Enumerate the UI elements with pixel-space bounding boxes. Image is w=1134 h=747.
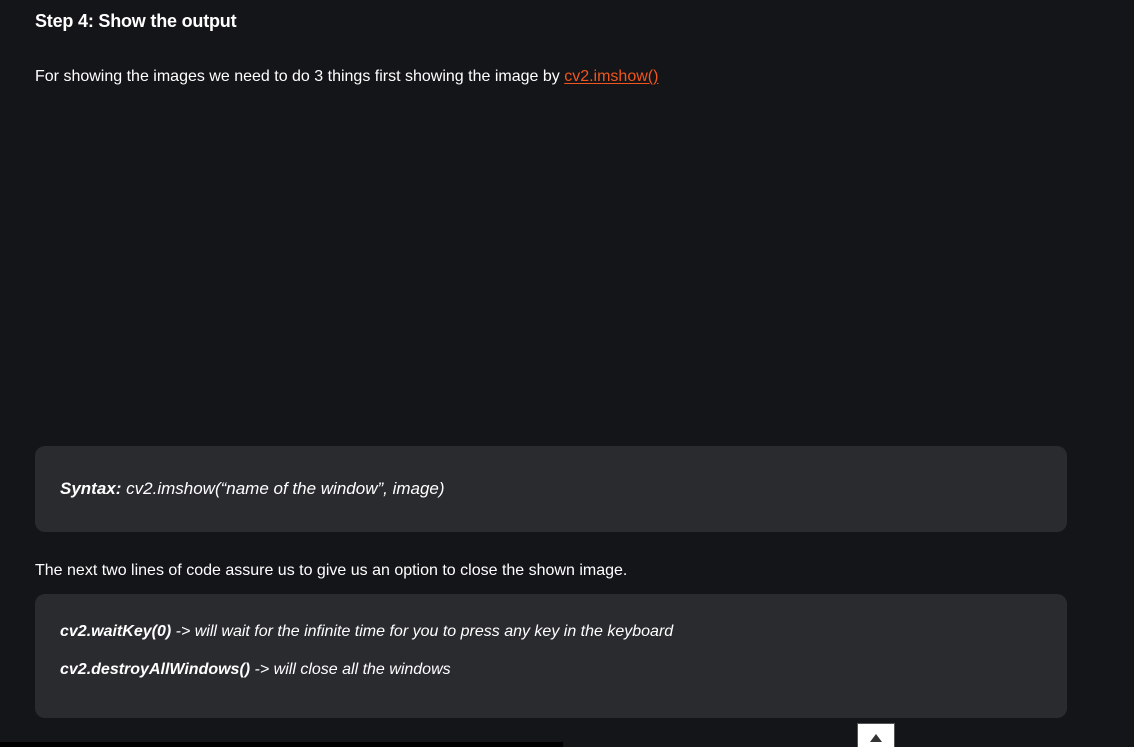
next-paragraph: The next two lines of code assure us to … [35, 562, 628, 579]
horizontal-scrollbar[interactable] [0, 742, 563, 747]
syntax-line: Syntax: cv2.imshow(“name of the window”,… [60, 479, 445, 499]
syntax-code: cv2.imshow(“name of the window”, image) [121, 479, 445, 498]
output-image-placeholder [35, 100, 1067, 430]
imshow-link[interactable]: cv2.imshow() [564, 68, 658, 85]
code-snippet: cv2.destroyAllWindows() [60, 661, 251, 678]
syntax-label: Syntax: [60, 479, 122, 498]
intro-text: For showing the images we need to do 3 t… [35, 68, 565, 85]
article-page: Step 4: Show the output For showing the … [0, 0, 1134, 747]
code-description: -> will wait for the infinite time for y… [171, 623, 674, 640]
intro-paragraph: For showing the images we need to do 3 t… [35, 67, 658, 87]
step-heading: Step 4: Show the output [35, 11, 237, 31]
arrow-up-icon [870, 734, 882, 742]
code-snippet: cv2.waitKey(0) [60, 623, 172, 640]
code-line-waitkey: cv2.waitKey(0) -> will wait for the infi… [60, 621, 1042, 643]
scroll-to-top-button[interactable] [857, 723, 895, 747]
code-line-destroy: cv2.destroyAllWindows() -> will close al… [60, 659, 1042, 681]
code-box: cv2.waitKey(0) -> will wait for the infi… [35, 594, 1067, 718]
syntax-box: Syntax: cv2.imshow(“name of the window”,… [35, 446, 1067, 532]
code-description: -> will close all the windows [250, 661, 451, 678]
